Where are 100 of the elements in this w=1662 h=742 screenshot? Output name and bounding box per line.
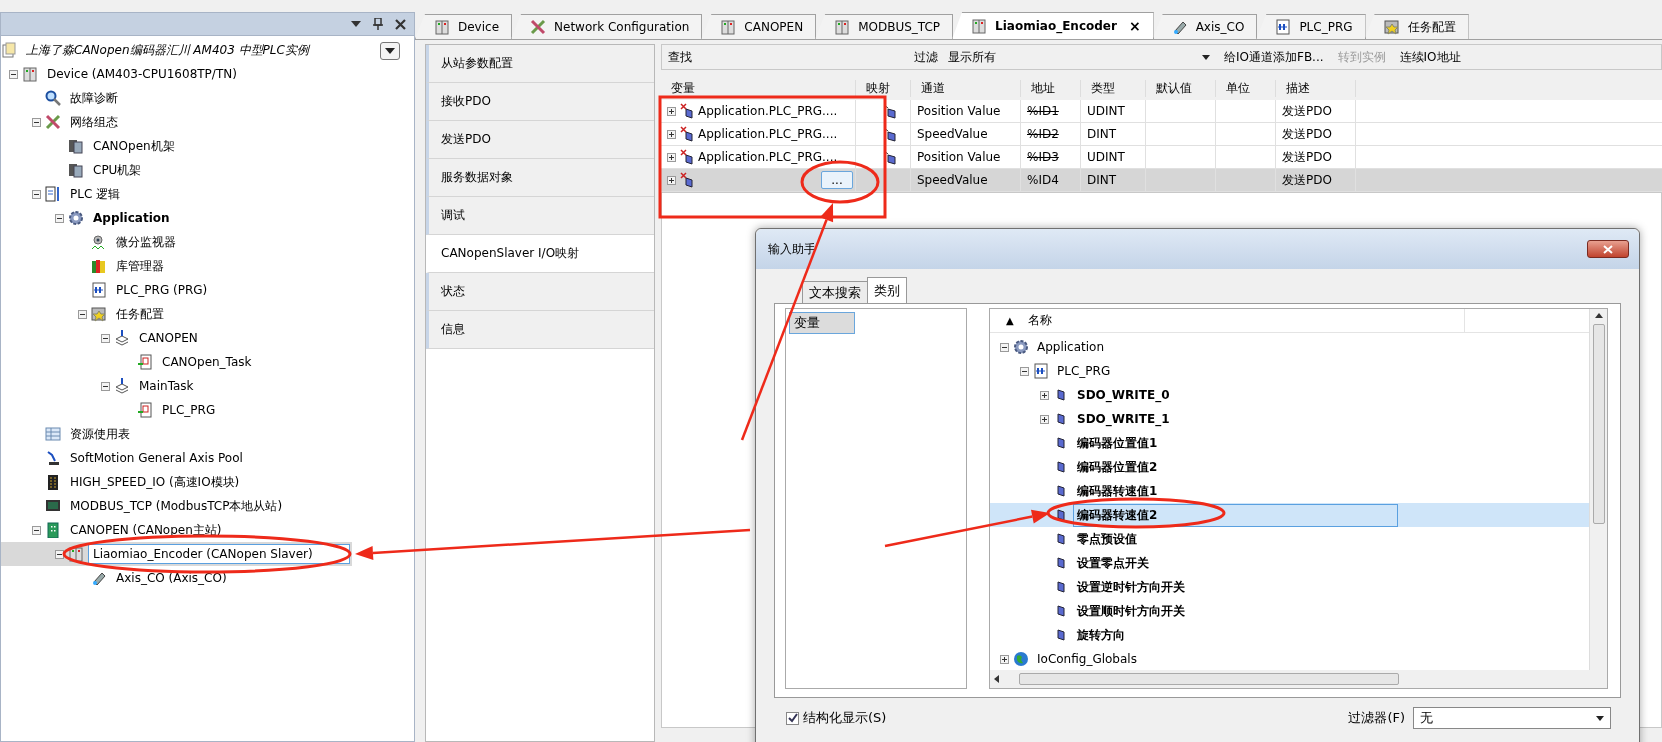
column-header[interactable]: 描述 xyxy=(1276,79,1356,97)
editor-tab[interactable]: Device xyxy=(415,14,513,39)
tree-item[interactable]: SDO_WRITE_0 xyxy=(1073,385,1174,405)
editor-tab[interactable]: 任务配置 xyxy=(1364,14,1469,39)
horizontal-scrollbar[interactable] xyxy=(990,670,1607,688)
column-header[interactable]: 单位 xyxy=(1216,79,1276,97)
tree-item[interactable]: PLC 逻辑 xyxy=(65,182,126,206)
collapse-icon[interactable] xyxy=(9,69,18,79)
filter-dropdown[interactable]: 无 xyxy=(1413,707,1611,729)
browse-button[interactable]: ... xyxy=(821,171,853,189)
side-tab[interactable]: 服务数据对象 xyxy=(426,159,654,197)
tree-item[interactable]: Application xyxy=(88,208,175,228)
column-header[interactable]: 地址 xyxy=(1021,79,1081,97)
tree-item[interactable]: CPU机架 xyxy=(88,158,147,182)
tree-item[interactable]: Axis_CO (Axis_CO) xyxy=(111,568,232,588)
tree-item[interactable]: CANOPEN (CANopen主站) xyxy=(65,518,227,542)
tree-item[interactable]: 设置逆时针方向开关 xyxy=(1073,575,1189,599)
dropdown-icon[interactable] xyxy=(351,21,361,27)
tree-item[interactable]: MODBUS_TCP (ModbusTCP本地从站) xyxy=(65,494,288,518)
collapse-icon[interactable] xyxy=(55,549,64,559)
tree-item[interactable]: SDO_WRITE_1 xyxy=(1073,409,1174,429)
editor-tab[interactable]: CANOPEN xyxy=(701,14,817,39)
tree-item[interactable]: SoftMotion General Axis Pool xyxy=(65,448,248,468)
expand-icon[interactable] xyxy=(667,175,676,185)
collapse-icon[interactable] xyxy=(101,333,110,343)
tree-item[interactable]: 微分监视器 xyxy=(111,230,181,254)
tree-item[interactable]: 资源使用表 xyxy=(65,422,135,446)
category-item[interactable]: 变量 xyxy=(789,312,855,334)
side-tab[interactable]: 从站参数配置 xyxy=(426,45,654,83)
tree-item[interactable]: 旋转方向 xyxy=(1073,623,1129,647)
tree-item[interactable]: 编码器转速值2 xyxy=(1073,503,1398,527)
expand-icon[interactable] xyxy=(667,106,676,116)
tree-item[interactable]: CANOPEN xyxy=(134,328,203,348)
column-header[interactable]: 默认值 xyxy=(1146,79,1216,97)
tree-item[interactable]: Liaomiao_Encoder (CANopen Slaver) xyxy=(88,544,350,564)
collapse-icon[interactable] xyxy=(78,309,87,319)
close-icon[interactable]: × xyxy=(1128,18,1141,34)
side-tab[interactable]: 状态 xyxy=(426,273,654,311)
tree-item[interactable]: 零点预设值 xyxy=(1073,527,1141,551)
side-tab[interactable]: 接收PDO xyxy=(426,83,654,121)
tree-item[interactable]: 设置顺时针方向开关 xyxy=(1073,599,1189,623)
tree-item[interactable]: HIGH_SPEED_IO (高速IO模块) xyxy=(65,470,245,494)
collapse-icon[interactable] xyxy=(1020,366,1029,376)
tree-item[interactable]: PLC_PRG xyxy=(157,400,221,420)
collapse-icon[interactable] xyxy=(32,525,41,535)
side-tab[interactable]: 调试 xyxy=(426,197,654,235)
pin-icon[interactable] xyxy=(373,18,383,30)
expand-icon[interactable] xyxy=(1040,414,1049,424)
sort-icon[interactable]: ▲ xyxy=(1006,315,1014,326)
tree-item[interactable]: CANOpen_Task xyxy=(157,352,257,372)
side-tab[interactable]: 信息 xyxy=(426,311,654,349)
collapse-icon[interactable] xyxy=(101,381,110,391)
tree-item[interactable]: 库管理器 xyxy=(111,254,169,278)
tree-item[interactable]: 编码器位置值1 xyxy=(1073,431,1162,455)
variable-icon xyxy=(679,172,695,188)
close-button[interactable] xyxy=(1587,240,1629,258)
collapse-icon[interactable] xyxy=(32,117,41,127)
dialog-tab[interactable]: 类别 xyxy=(867,277,907,303)
tree-item[interactable]: 故障诊断 xyxy=(65,86,123,110)
tree-item[interactable]: IoConfig_Globals xyxy=(1033,649,1141,669)
tree-item[interactable]: MainTask xyxy=(134,376,199,396)
toolbar-button[interactable]: 给IO通道添加FB... xyxy=(1220,48,1328,66)
tree-item[interactable]: Application xyxy=(1033,337,1109,357)
dialog-tab[interactable]: 文本搜索 xyxy=(802,281,868,303)
vertical-scrollbar[interactable] xyxy=(1589,309,1607,670)
tree-item[interactable]: PLC_PRG (PRG) xyxy=(111,280,213,300)
expand-icon[interactable] xyxy=(667,152,676,162)
collapse-icon[interactable] xyxy=(32,189,41,199)
tree-item[interactable]: PLC_PRG xyxy=(1053,361,1115,381)
selected-row[interactable]: Liaomiao_Encoder (CANopen Slaver) xyxy=(1,542,352,566)
close-icon[interactable] xyxy=(395,18,406,30)
side-tab[interactable]: 发送PDO xyxy=(426,121,654,159)
column-header[interactable]: 映射 xyxy=(856,79,911,97)
structured-checkbox[interactable]: 结构化显示(S) xyxy=(786,709,887,727)
editor-tab[interactable]: Axis_CO xyxy=(1152,14,1258,39)
toolbar-button[interactable]: 连续IO地址 xyxy=(1395,48,1465,66)
tree-item[interactable]: 任务配置 xyxy=(111,302,169,326)
column-header[interactable]: 名称 xyxy=(1027,312,1052,329)
collapse-icon[interactable] xyxy=(1000,342,1009,352)
tree-item[interactable]: CANOpen机架 xyxy=(88,134,180,158)
collapse-icon[interactable] xyxy=(55,213,64,223)
dropdown-button[interactable] xyxy=(380,42,400,60)
editor-tab[interactable]: PLC_PRG xyxy=(1256,14,1366,39)
expand-icon[interactable] xyxy=(1000,654,1009,664)
tree-item[interactable]: 网络组态 xyxy=(65,110,123,134)
project-title[interactable]: 上海了淼CANopen编码器汇川 AM403 中型PLC实例 xyxy=(21,38,314,62)
column-header[interactable]: 类型 xyxy=(1081,79,1146,97)
editor-tab[interactable]: Liaomiao_Encoder × xyxy=(952,12,1154,39)
expand-icon[interactable] xyxy=(667,129,676,139)
tree-item[interactable]: Device (AM403-CPU1608TP/TN) xyxy=(42,64,242,84)
tree-item[interactable]: 设置零点开关 xyxy=(1073,551,1153,575)
column-header[interactable]: 通道 xyxy=(911,79,1021,97)
column-header[interactable]: 变量 xyxy=(661,79,856,97)
editor-tab[interactable]: Network Configuration xyxy=(511,14,703,39)
expand-icon[interactable] xyxy=(1040,390,1049,400)
tree-item[interactable]: 编码器位置值2 xyxy=(1073,455,1162,479)
tree-item[interactable]: 编码器转速值1 xyxy=(1073,479,1162,503)
scroll-left-icon[interactable] xyxy=(994,675,999,683)
scroll-up-icon[interactable] xyxy=(1594,313,1603,318)
editor-tab[interactable]: MODBUS_TCP xyxy=(815,14,954,39)
